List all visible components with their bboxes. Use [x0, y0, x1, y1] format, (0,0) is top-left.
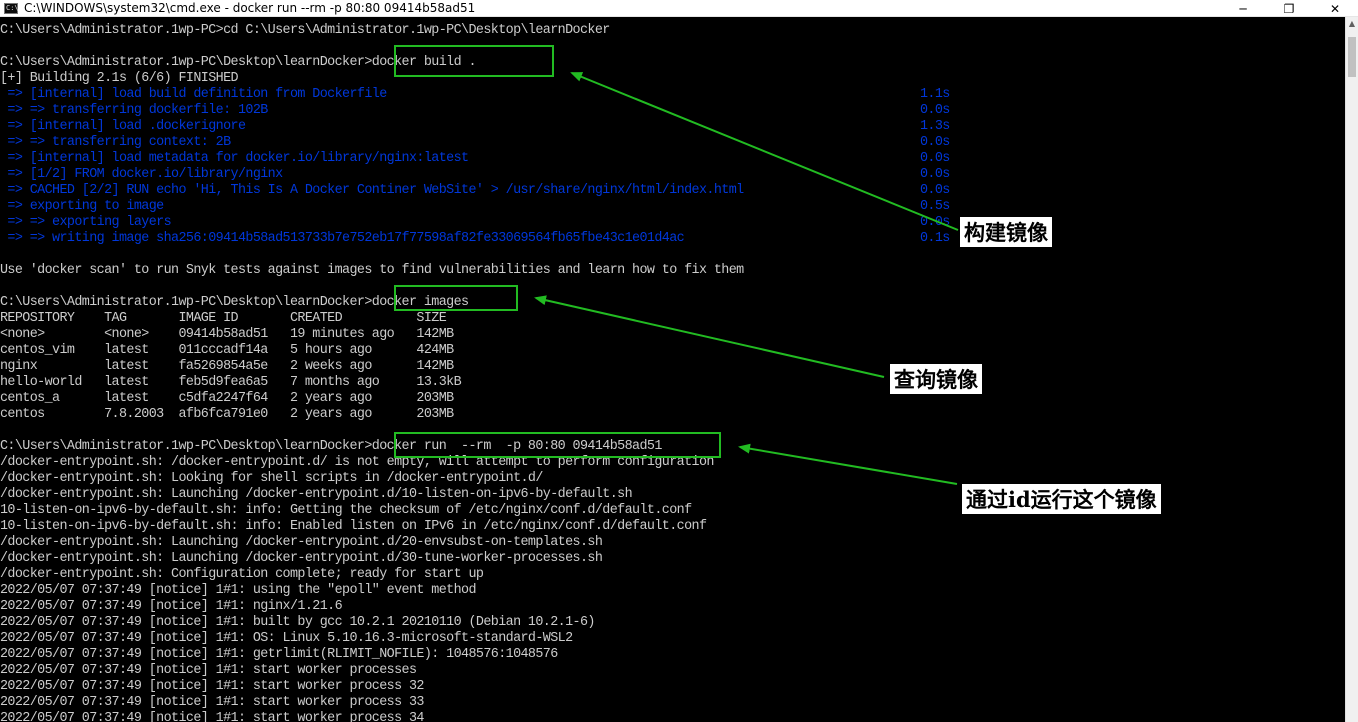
console-line: => => transferring dockerfile: 102B 0.0s — [0, 103, 950, 119]
console-line: /docker-entrypoint.sh: /docker-entrypoin… — [0, 455, 714, 470]
console-line: => => exporting layers 0.0s — [0, 215, 950, 231]
console-line: => => writing image sha256:09414b58ad513… — [0, 231, 950, 247]
minimize-icon: ─ — [1239, 1, 1247, 16]
console-line: <none> <none> 09414b58ad51 19 minutes ag… — [0, 327, 454, 342]
maximize-button[interactable]: ❐ — [1266, 0, 1312, 17]
console-line: /docker-entrypoint.sh: Launching /docker… — [0, 551, 603, 566]
title-bar[interactable]: C:\ C:\WINDOWS\system32\cmd.exe - docker… — [0, 0, 1358, 17]
console-line: 2022/05/07 07:37:49 [notice] 1#1: start … — [0, 663, 417, 678]
annotation-build: 构建镜像 — [960, 217, 1052, 247]
window-title: C:\WINDOWS\system32\cmd.exe - docker run… — [24, 1, 476, 15]
log-step-duration: 0.5s — [920, 199, 950, 214]
console-line: centos_a latest c5dfa2247f64 2 years ago… — [0, 391, 454, 406]
log-step-text: => [internal] load metadata for docker.i… — [0, 151, 469, 166]
log-step-text: => [internal] load .dockerignore — [0, 119, 246, 134]
console-line: REPOSITORY TAG IMAGE ID CREATED SIZE — [0, 311, 447, 326]
log-step-duration: 0.0s — [920, 135, 950, 150]
console-line: => exporting to image 0.5s — [0, 199, 950, 215]
scroll-up-arrow-icon[interactable]: ▲ — [1346, 17, 1358, 31]
console-line: => => transferring context: 2B 0.0s — [0, 135, 950, 151]
console-line: => [internal] load build definition from… — [0, 87, 950, 103]
log-step-duration: 0.0s — [920, 167, 950, 182]
console-line: C:\Users\Administrator.1wp-PC\Desktop\le… — [0, 295, 469, 310]
log-step-duration: 0.0s — [920, 183, 950, 198]
log-step-duration: 1.3s — [920, 119, 950, 134]
log-step-text: => [internal] load build definition from… — [0, 87, 387, 102]
console-line: C:\Users\Administrator.1wp-PC\Desktop\le… — [0, 439, 662, 454]
console-line: 2022/05/07 07:37:49 [notice] 1#1: OS: Li… — [0, 631, 573, 646]
close-icon: ✕ — [1329, 1, 1341, 16]
console-line: 2022/05/07 07:37:49 [notice] 1#1: start … — [0, 695, 424, 710]
log-step-text: => exporting to image — [0, 199, 164, 214]
console-line: 10-listen-on-ipv6-by-default.sh: info: E… — [0, 519, 707, 534]
restore-icon: ❐ — [1283, 1, 1295, 16]
console-line: Use 'docker scan' to run Snyk tests agai… — [0, 263, 744, 278]
console-line: 2022/05/07 07:37:49 [notice] 1#1: built … — [0, 615, 595, 630]
log-step-duration: 0.0s — [920, 215, 950, 230]
console-line: 10-listen-on-ipv6-by-default.sh: info: G… — [0, 503, 692, 518]
window-controls: ─ ❐ ✕ — [1220, 0, 1358, 17]
console-line: /docker-entrypoint.sh: Launching /docker… — [0, 535, 603, 550]
log-step-text: => => transferring context: 2B — [0, 135, 231, 150]
close-button[interactable]: ✕ — [1312, 0, 1358, 17]
console-line: => CACHED [2/2] RUN echo 'Hi, This Is A … — [0, 183, 950, 199]
log-step-duration: 0.1s — [920, 231, 950, 246]
console-line: 2022/05/07 07:37:49 [notice] 1#1: start … — [0, 711, 424, 722]
minimize-button[interactable]: ─ — [1220, 0, 1266, 17]
console-line: nginx latest fa5269854a5e 2 weeks ago 14… — [0, 359, 454, 374]
console-line: hello-world latest feb5d9fea6a5 7 months… — [0, 375, 462, 390]
console-line: C:\Users\Administrator.1wp-PC>cd C:\User… — [0, 23, 610, 38]
log-step-duration: 0.0s — [920, 151, 950, 166]
console-line: => [1/2] FROM docker.io/library/nginx 0.0… — [0, 167, 950, 183]
console-line: C:\Users\Administrator.1wp-PC\Desktop\le… — [0, 55, 476, 70]
log-step-text: => [1/2] FROM docker.io/library/nginx — [0, 167, 283, 182]
log-step-text: => => exporting layers — [0, 215, 172, 230]
console-line: centos_vim latest 011cccadf14a 5 hours a… — [0, 343, 454, 358]
console-lines: C:\Users\Administrator.1wp-PC>cd C:\User… — [0, 23, 950, 722]
console-line: => [internal] load .dockerignore 1.3s — [0, 119, 950, 135]
annotation-images: 查询镜像 — [890, 364, 982, 394]
console-line: 2022/05/07 07:37:49 [notice] 1#1: getrli… — [0, 647, 558, 662]
console-line: centos 7.8.2003 afb6fca791e0 2 years ago… — [0, 407, 454, 422]
scroll-thumb[interactable] — [1348, 37, 1356, 77]
cmd-icon: C:\ — [4, 2, 19, 14]
log-step-text: => CACHED [2/2] RUN echo 'Hi, This Is A … — [0, 183, 744, 198]
console-line: [+] Building 2.1s (6/6) FINISHED — [0, 71, 239, 86]
console-line: /docker-entrypoint.sh: Configuration com… — [0, 567, 484, 582]
console-output[interactable]: C:\Users\Administrator.1wp-PC>cd C:\User… — [0, 17, 1345, 722]
console-line: /docker-entrypoint.sh: Looking for shell… — [0, 471, 543, 486]
console-line: 2022/05/07 07:37:49 [notice] 1#1: using … — [0, 583, 476, 598]
console-line: 2022/05/07 07:37:49 [notice] 1#1: nginx/… — [0, 599, 343, 614]
console-line: => [internal] load metadata for docker.i… — [0, 151, 950, 167]
log-step-text: => => transferring dockerfile: 102B — [0, 103, 268, 118]
log-step-duration: 0.0s — [920, 103, 950, 118]
vertical-scrollbar[interactable]: ▲ — [1345, 17, 1358, 722]
annotation-run: 通过id运行这个镜像 — [962, 484, 1161, 514]
console-line: /docker-entrypoint.sh: Launching /docker… — [0, 487, 633, 502]
console-line: 2022/05/07 07:37:49 [notice] 1#1: start … — [0, 679, 424, 694]
log-step-duration: 1.1s — [920, 87, 950, 102]
log-step-text: => => writing image sha256:09414b58ad513… — [0, 231, 685, 246]
